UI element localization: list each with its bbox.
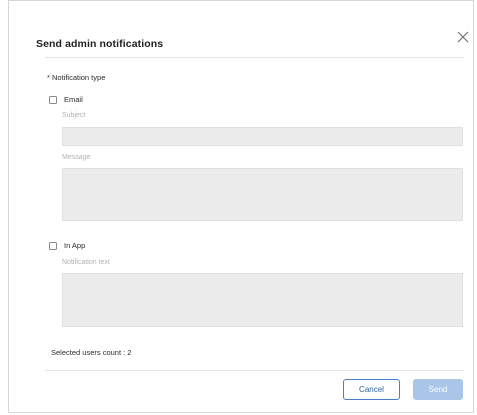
message-textarea[interactable]: [62, 168, 463, 221]
send-button[interactable]: Send: [413, 379, 463, 400]
header-divider: [45, 57, 464, 58]
notification-text-textarea[interactable]: [62, 273, 463, 327]
in-app-checkbox[interactable]: [49, 241, 57, 250]
selected-users-count: Selected users count : 2: [51, 348, 132, 357]
email-checkbox-row[interactable]: Email: [49, 95, 83, 104]
notification-text-label: Notification text: [62, 259, 110, 266]
cancel-button[interactable]: Cancel: [343, 379, 400, 400]
dialog-title: Send admin notifications: [36, 38, 164, 50]
subject-input[interactable]: [62, 127, 463, 146]
subject-label: Subject: [62, 112, 86, 119]
notification-type-label: * Notification type: [47, 73, 106, 82]
close-icon[interactable]: [456, 30, 470, 44]
in-app-checkbox-row[interactable]: In App: [49, 241, 85, 250]
email-checkbox[interactable]: [49, 95, 57, 104]
send-notifications-dialog: Send admin notifications * Notification …: [8, 0, 474, 413]
email-checkbox-label: Email: [64, 95, 83, 104]
in-app-checkbox-label: In App: [64, 241, 86, 250]
message-label: Message: [62, 154, 91, 161]
footer-divider: [45, 370, 464, 371]
